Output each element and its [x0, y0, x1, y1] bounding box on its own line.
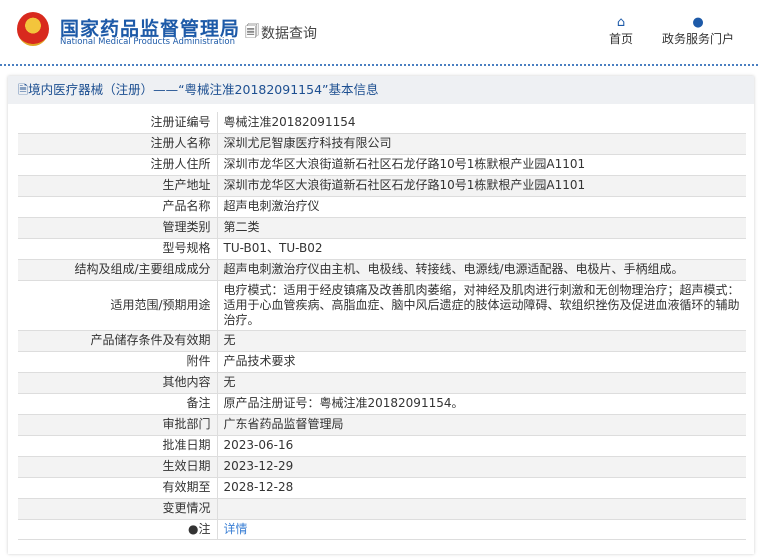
info-table: 注册证编号 粤械注准20182091154 注册人名称 深圳尤尼智康医疗科技有限公司注…	[18, 112, 746, 540]
row-value: 详情	[217, 519, 746, 540]
panel-title-text: 境内医疗器械（注册）——“粤械注准20182091154”基本信息	[28, 82, 379, 97]
row-label: 生产地址	[18, 175, 218, 197]
nav-home-label: 首页	[609, 32, 634, 46]
table-row: 有效期至 2028-12-28	[18, 477, 746, 499]
table-row: 管理类别 第二类	[18, 217, 746, 239]
row-label: 审批部门	[18, 414, 218, 436]
row-label: 其他内容	[18, 372, 218, 394]
row-value: 超声电刺激治疗仪由主机、电极线、转接线、电源线/电源适配器、电极片、手柄组成。	[217, 259, 746, 281]
row-label: 备注	[18, 393, 218, 415]
table-row: 型号规格 TU-B01、TU-B02	[18, 238, 746, 260]
row-value: 深圳尤尼智康医疗科技有限公司	[217, 133, 746, 155]
detail-panel: 🗎境内医疗器械（注册）——“粤械注准20182091154”基本信息 注册证编号…	[8, 76, 754, 554]
nav-service-portal[interactable]: ● 政务服务门户	[662, 16, 734, 47]
table-row-note: ●注 详情	[18, 519, 746, 540]
table-row: 其他内容无	[18, 372, 746, 394]
document-search-icon: 🗐	[245, 24, 259, 40]
table-row: 注册人名称 深圳尤尼智康医疗科技有限公司	[18, 133, 746, 155]
panel-title: 🗎境内医疗器械（注册）——“粤械注准20182091154”基本信息	[8, 76, 754, 104]
row-label: 产品储存条件及有效期	[18, 330, 218, 352]
details-link[interactable]: 详情	[224, 522, 248, 536]
brand-name-en: National Medical Products Administration	[60, 37, 235, 47]
row-label: 注册人名称	[18, 133, 218, 155]
data-query-link[interactable]: 🗐 数据查询	[245, 21, 317, 45]
row-value: 电疗模式：适用于经皮镇痛及改善肌肉萎缩，对神经及肌肉进行刺激和无创物理治疗；超声…	[217, 280, 746, 331]
table-row: 批准日期 2023-06-16	[18, 435, 746, 457]
table-row: 适用范围/预期用途 电疗模式：适用于经皮镇痛及改善肌肉萎缩，对神经及肌肉进行刺激和…	[18, 280, 746, 331]
row-value: 无	[217, 372, 746, 394]
row-value: 广东省药品监督管理局	[217, 414, 746, 436]
row-value: 深圳市龙华区大浪街道新石社区石龙仔路10号1栋默根产业园A1101	[217, 154, 746, 176]
row-value	[217, 498, 746, 520]
table-row: 附件 产品技术要求	[18, 351, 746, 373]
row-label: 附件	[18, 351, 218, 373]
pin-icon: ●	[188, 521, 199, 536]
row-label: 结构及组成/主要组成成分	[18, 259, 218, 281]
table-row: 产品名称 超声电刺激治疗仪	[18, 196, 746, 218]
data-query-label: 数据查询	[261, 26, 317, 42]
table-row: 注册证编号 粤械注准20182091154	[18, 112, 746, 134]
user-icon: ●	[692, 15, 704, 30]
table-row: 审批部门 广东省药品监督管理局	[18, 414, 746, 436]
row-label: 注册人住所	[18, 154, 218, 176]
table-row: 结构及组成/主要组成成分 超声电刺激治疗仪由主机、电极线、转接线、电源线/电源适配…	[18, 259, 746, 281]
table-row: 注册人住所 深圳市龙华区大浪街道新石社区石龙仔路10号1栋默根产业园A1101	[18, 154, 746, 176]
row-value: 产品技术要求	[217, 351, 746, 373]
row-value: 无	[217, 330, 746, 352]
table-row: 变更情况	[18, 498, 746, 520]
row-label: 型号规格	[18, 238, 218, 260]
row-value: 2028-12-28	[217, 477, 746, 499]
row-value: 第二类	[217, 217, 746, 239]
table-row: 生效日期 2023-12-29	[18, 456, 746, 478]
document-icon: 🗎	[18, 82, 29, 97]
row-value: 超声电刺激治疗仪	[217, 196, 746, 218]
row-value: 2023-12-29	[217, 456, 746, 478]
table-row: 备注 原产品注册证号：粤械注准20182091154。	[18, 393, 746, 415]
row-label: 适用范围/预期用途	[18, 280, 218, 331]
row-label: 批准日期	[18, 435, 218, 457]
row-value: TU-B01、TU-B02	[217, 238, 746, 260]
table-row: 生产地址 深圳市龙华区大浪街道新石社区石龙仔路10号1栋默根产业园A1101	[18, 175, 746, 197]
row-label: 管理类别	[18, 217, 218, 239]
row-value: 原产品注册证号：粤械注准20182091154。	[217, 393, 746, 415]
row-label: 变更情况	[18, 498, 218, 520]
note-label: 注	[198, 521, 211, 536]
row-label: ●注	[18, 519, 218, 540]
row-label: 产品名称	[18, 196, 218, 218]
row-label: 注册证编号	[18, 112, 218, 134]
site-header: 国家药品监督管理局 National Medical Products Admi…	[0, 0, 758, 66]
row-label: 有效期至	[18, 477, 218, 499]
row-value: 2023-06-16	[217, 435, 746, 457]
nav-portal-label: 政务服务门户	[662, 32, 735, 46]
table-row: 产品储存条件及有效期无	[18, 330, 746, 352]
national-emblem-logo	[17, 12, 49, 46]
home-icon: ⌂	[616, 15, 626, 30]
row-value: 深圳市龙华区大浪街道新石社区石龙仔路10号1栋默根产业园A1101	[217, 175, 746, 197]
row-value: 粤械注准20182091154	[217, 112, 746, 134]
nav-home[interactable]: ⌂ 首页	[609, 16, 633, 47]
row-label: 生效日期	[18, 456, 218, 478]
